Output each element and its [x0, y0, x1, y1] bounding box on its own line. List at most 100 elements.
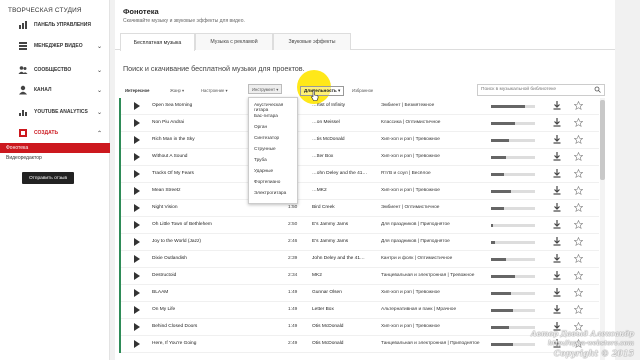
- star-icon[interactable]: [573, 168, 584, 180]
- instrument-option[interactable]: Орган: [254, 124, 267, 129]
- sidebar-subitem-audio-library[interactable]: Фонотека: [0, 143, 110, 153]
- download-icon[interactable]: [553, 220, 561, 231]
- download-icon[interactable]: [553, 118, 561, 129]
- play-icon[interactable]: [134, 323, 140, 333]
- play-icon[interactable]: [134, 119, 140, 129]
- search-icon[interactable]: [594, 86, 601, 95]
- tab-free-music[interactable]: Бесплатная музыка: [120, 33, 195, 51]
- track-artist[interactable]: Otis McDonald: [312, 341, 343, 346]
- download-icon[interactable]: [553, 169, 561, 180]
- track-row[interactable]: Behind Closed Doors 1:49 Otis McDonald Хип-…: [119, 319, 599, 336]
- track-row[interactable]: Open Sea Morning …rtist of Infinity Эмбиен…: [119, 98, 599, 115]
- instrument-option[interactable]: Ударные: [254, 168, 273, 173]
- star-icon[interactable]: [573, 151, 584, 163]
- track-artist[interactable]: Bird Creek: [312, 205, 335, 210]
- star-icon[interactable]: [573, 202, 584, 214]
- track-artist[interactable]: …tis McDonald: [312, 137, 345, 142]
- track-artist[interactable]: …rtist of Infinity: [312, 103, 345, 108]
- filter-mood[interactable]: Настроение ▾: [201, 85, 228, 95]
- tab-ad-music[interactable]: Музыка с рекламой: [195, 33, 273, 50]
- filter-favorites[interactable]: Избранное: [352, 85, 373, 95]
- track-row[interactable]: Without A Sound …tter Box Хип-хоп и рэп | …: [119, 149, 599, 166]
- track-row[interactable]: Tracks Of My Fears …ohn Deley and the 41……: [119, 166, 599, 183]
- play-icon[interactable]: [134, 306, 140, 316]
- star-icon[interactable]: [573, 219, 584, 231]
- instrument-option[interactable]: Фортепиано: [254, 179, 280, 184]
- track-row[interactable]: Oh Little Town of Bethlehem 2:50 E's Jammy…: [119, 217, 599, 234]
- play-icon[interactable]: [134, 272, 140, 282]
- play-icon[interactable]: [134, 136, 140, 146]
- sidebar-item-channel[interactable]: КАНАЛ ⌄: [0, 79, 110, 101]
- library-search-input[interactable]: Поиск в музыкальной библиотеке: [477, 84, 605, 96]
- track-row[interactable]: Night Vision 1:50 Bird Creek Эмбиент | Опти…: [119, 200, 599, 217]
- download-icon[interactable]: [553, 203, 561, 214]
- star-icon[interactable]: [573, 100, 584, 112]
- track-artist[interactable]: Gunnar Olsen: [312, 290, 342, 295]
- chevron-up-icon[interactable]: ⌃: [97, 130, 102, 137]
- star-icon[interactable]: [573, 236, 584, 248]
- track-list-scrollbar[interactable]: [600, 98, 605, 360]
- play-icon[interactable]: [134, 255, 140, 265]
- chevron-down-icon[interactable]: ⌄: [97, 43, 102, 50]
- star-icon[interactable]: [573, 117, 584, 129]
- star-icon[interactable]: [573, 270, 584, 282]
- chevron-down-icon[interactable]: ⌄: [97, 109, 102, 116]
- instrument-option[interactable]: Труба: [254, 157, 267, 162]
- track-row[interactable]: Mean Streetz …MK2 Хип-хоп и рэп | Тревожно…: [119, 183, 599, 200]
- star-icon[interactable]: [573, 134, 584, 146]
- sidebar-item-community[interactable]: СООБЩЕСТВО ⌄: [0, 59, 110, 81]
- star-icon[interactable]: [573, 253, 584, 265]
- track-row[interactable]: Here, If You're Going 2:49 Otis McDonald Та…: [119, 336, 599, 353]
- star-icon[interactable]: [573, 287, 584, 299]
- download-icon[interactable]: [553, 237, 561, 248]
- play-icon[interactable]: [134, 238, 140, 248]
- track-row[interactable]: On My Life 1:49 Letter Box Альтернативная и…: [119, 302, 599, 319]
- instrument-option[interactable]: Синтезатор: [254, 135, 279, 140]
- track-row[interactable]: Rich Man in the Sky …tis McDonald Хип-хоп …: [119, 132, 599, 149]
- track-row[interactable]: Dixie Outlandish 2:39 John Deley and the 4…: [119, 251, 599, 268]
- track-row[interactable]: BLAAM 1:49 Gunnar Olsen Хип-хоп и рэп | Тре…: [119, 285, 599, 302]
- download-icon[interactable]: [553, 254, 561, 265]
- download-icon[interactable]: [553, 186, 561, 197]
- track-artist[interactable]: …on Meissel: [312, 120, 340, 125]
- track-row[interactable]: Non Piu Andrai …on Meissel Классика | Опти…: [119, 115, 599, 132]
- track-row[interactable]: Joy to the World (Jazz) 2:46 E's Jammy Jam…: [119, 234, 599, 251]
- download-icon[interactable]: [553, 271, 561, 282]
- track-artist[interactable]: E's Jammy Jams: [312, 239, 348, 244]
- download-icon[interactable]: [553, 135, 561, 146]
- sidebar-item-video-manager[interactable]: МЕНЕДЖЕР ВИДЕО ⌄: [0, 35, 110, 57]
- download-icon[interactable]: [553, 288, 561, 299]
- play-icon[interactable]: [134, 153, 140, 163]
- filter-instrument[interactable]: Инструмент ▾: [248, 84, 283, 94]
- duration-filter-button[interactable]: Длительность ▾: [300, 86, 345, 96]
- track-artist[interactable]: Letter Box: [312, 307, 334, 312]
- sidebar-item-dashboard[interactable]: ПАНЕЛЬ УПРАВЛЕНИЯ: [0, 14, 110, 36]
- sidebar-item-analytics[interactable]: YOUTUBE ANALYTICS ⌄: [0, 101, 110, 123]
- track-artist[interactable]: …ohn Deley and the 41…: [312, 171, 367, 176]
- instrument-option[interactable]: Бас-гитара: [254, 113, 278, 118]
- chevron-down-icon[interactable]: ⌄: [97, 87, 102, 94]
- track-artist[interactable]: Otis McDonald: [312, 324, 343, 329]
- instrument-option[interactable]: Акустическая гитара: [254, 102, 297, 112]
- download-icon[interactable]: [553, 152, 561, 163]
- play-icon[interactable]: [134, 289, 140, 299]
- play-icon[interactable]: [134, 221, 140, 231]
- send-feedback-button[interactable]: Отправить отзыв: [22, 172, 74, 184]
- track-artist[interactable]: …tter Box: [312, 154, 333, 159]
- track-artist[interactable]: …MK2: [312, 188, 327, 193]
- scrollbar-thumb[interactable]: [600, 100, 605, 180]
- sidebar-item-create[interactable]: СОЗДАТЬ ⌃: [0, 122, 110, 144]
- play-icon[interactable]: [134, 204, 140, 214]
- play-icon[interactable]: [134, 340, 140, 350]
- filter-genre[interactable]: Жанр ▾: [170, 85, 184, 95]
- track-artist[interactable]: John Deley and the 41…: [312, 256, 365, 261]
- track-artist[interactable]: E's Jammy Jams: [312, 222, 348, 227]
- track-artist[interactable]: MK2: [312, 273, 322, 278]
- download-icon[interactable]: [553, 305, 561, 316]
- star-icon[interactable]: [573, 185, 584, 197]
- download-icon[interactable]: [553, 101, 561, 112]
- play-icon[interactable]: [134, 102, 140, 112]
- instrument-option[interactable]: Струнные: [254, 146, 276, 151]
- sidebar-subitem-video-editor[interactable]: Видеоредактор: [6, 155, 42, 161]
- instrument-option[interactable]: Электрогитара: [254, 190, 286, 195]
